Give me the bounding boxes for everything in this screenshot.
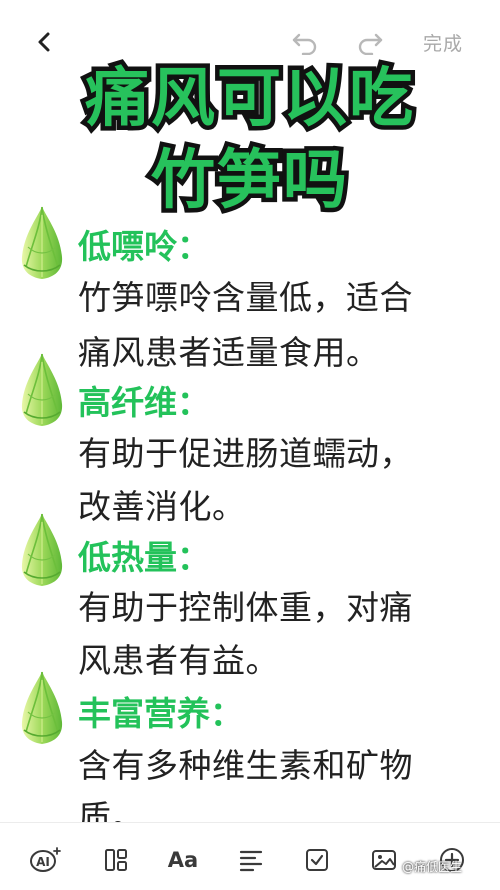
- chevron-left-icon: [38, 32, 50, 52]
- section-text-line: 含有多种维生素和矿物: [78, 746, 413, 785]
- back-button[interactable]: [26, 24, 62, 60]
- ai-assistant-icon: AI: [30, 847, 61, 872]
- section-heading: 低嘌呤：: [78, 227, 210, 266]
- checklist-button[interactable]: [300, 845, 334, 875]
- checkbox-icon: [306, 849, 328, 871]
- bottom-toolbar: AI Aa: [0, 822, 500, 890]
- page-title: 痛风可以吃 竹笋吗: [0, 58, 500, 223]
- section-text-line: 竹笋嘌呤含量低，适合: [78, 278, 413, 317]
- section-text-line: 痛风患者适量食用。: [78, 333, 380, 372]
- insert-image-button[interactable]: [367, 845, 401, 875]
- bamboo-shoot-icon: [18, 352, 66, 428]
- align-left-icon: [239, 850, 263, 872]
- align-button[interactable]: [234, 845, 268, 875]
- redo-icon: [358, 33, 383, 55]
- done-button[interactable]: 完成: [414, 24, 472, 60]
- text-style-button[interactable]: Aa: [166, 845, 200, 875]
- ai-assistant-button[interactable]: AI: [28, 845, 62, 875]
- layout-button[interactable]: [99, 845, 133, 875]
- section-heading: 丰富营养：: [78, 694, 243, 733]
- layout-icon: [105, 849, 127, 871]
- redo-button[interactable]: [352, 24, 388, 60]
- section-heading: 低热量：: [78, 538, 210, 577]
- section-text-line: 有助于促进肠道蠕动，: [78, 434, 413, 473]
- title-line-1: 痛风可以吃: [81, 58, 418, 141]
- section-heading: 高纤维：: [78, 383, 210, 422]
- title-line-2: 竹笋吗: [147, 140, 352, 223]
- image-icon: [372, 850, 396, 870]
- bamboo-shoot-icon: [18, 512, 66, 588]
- section-text-line: 改善消化。: [78, 487, 246, 526]
- undo-button[interactable]: [287, 24, 323, 60]
- watermark: @痛低医生: [402, 860, 463, 874]
- section-text-line: 风患者有益。: [78, 641, 279, 680]
- svg-text:AI: AI: [36, 855, 50, 869]
- undo-icon: [292, 33, 317, 55]
- bamboo-shoot-icon: [18, 205, 66, 281]
- section-text-line: 有助于控制体重，对痛: [78, 588, 413, 627]
- bamboo-shoot-icon: [18, 670, 66, 746]
